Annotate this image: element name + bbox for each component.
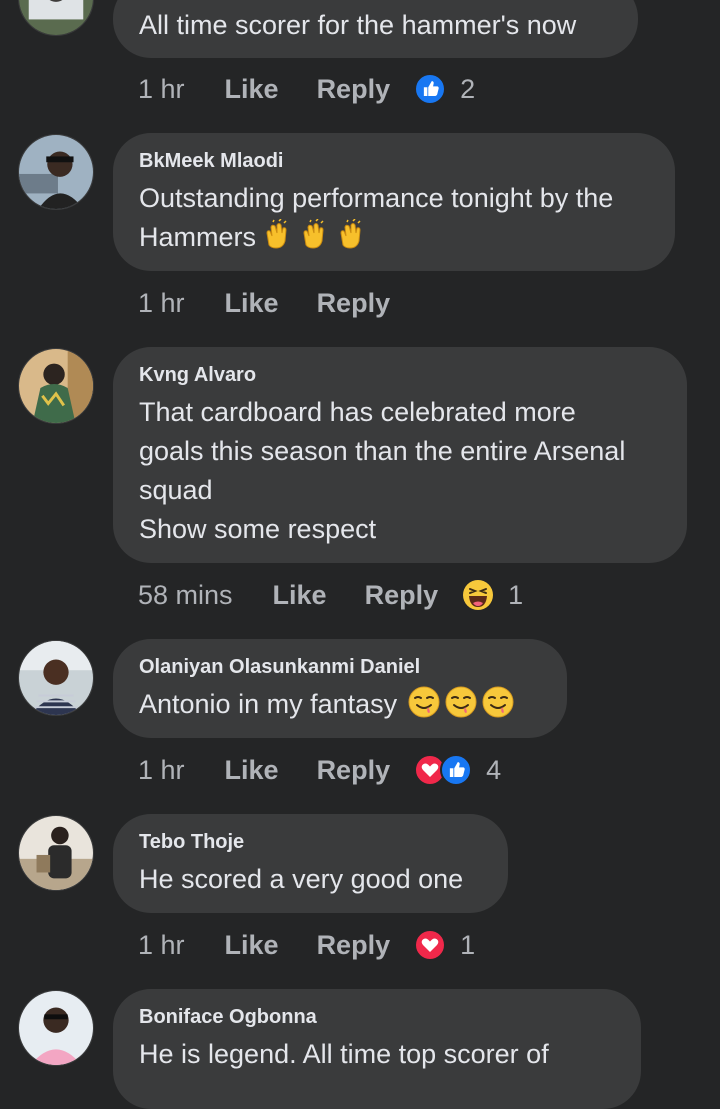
avatar[interactable] xyxy=(18,815,94,891)
comment-bubble: Olaniyan Olasunkanmi Daniel Antonio in m… xyxy=(113,639,567,738)
commenter-name[interactable]: Tebo Thoje xyxy=(139,830,482,854)
comment-time[interactable]: 1 hr xyxy=(138,930,185,961)
comment-time[interactable]: 1 hr xyxy=(138,74,185,105)
like-icon xyxy=(414,73,447,105)
clapping-hands-icon xyxy=(298,219,330,251)
avatar[interactable] xyxy=(18,0,94,36)
like-icon xyxy=(440,754,473,786)
like-button[interactable]: Like xyxy=(225,288,279,319)
haha-icon xyxy=(462,579,494,611)
reaction-summary[interactable]: 1 xyxy=(462,579,523,611)
commenter-name[interactable]: Boniface Ogbonna xyxy=(139,1005,615,1029)
reply-button[interactable]: Reply xyxy=(317,755,391,786)
comment-bubble: BkMeek Mlaodi Outstanding performance to… xyxy=(113,133,675,271)
comment-text: Outstanding performance tonight by the H… xyxy=(139,179,649,257)
reaction-count: 2 xyxy=(460,73,476,104)
comment-text-body: Antonio in my fantasy xyxy=(139,689,398,719)
comment-actions: 1 hr Like Reply 4 xyxy=(138,750,501,790)
comment-text: That cardboard has celebrated more goals… xyxy=(139,397,626,544)
avatar[interactable] xyxy=(18,134,94,210)
comment-text: He is legend. All time top scorer of xyxy=(139,1039,549,1069)
comment-time[interactable]: 58 mins xyxy=(138,580,233,611)
comment-bubble: Boniface Ogbonna He is legend. All time … xyxy=(113,989,641,1109)
comment-actions: 1 hr Like Reply 2 xyxy=(138,69,475,109)
comment-actions: 1 hr Like Reply 1 xyxy=(138,925,475,965)
comment-text: He scored a very good one xyxy=(139,864,464,894)
reply-button[interactable]: Reply xyxy=(365,580,439,611)
comment-text: Antonio in my fantasy xyxy=(139,685,541,724)
commenter-name[interactable]: BkMeek Mlaodi xyxy=(139,149,649,173)
avatar[interactable] xyxy=(18,348,94,424)
comment-bubble: All time scorer for the hammer's now xyxy=(113,0,638,58)
reaction-summary[interactable]: 1 xyxy=(414,929,475,961)
like-button[interactable]: Like xyxy=(225,74,279,105)
comment-text-body: Outstanding performance tonight by the H… xyxy=(139,183,614,252)
comment-actions: 58 mins Like Reply 1 xyxy=(138,575,523,615)
reaction-summary[interactable]: 2 xyxy=(414,73,475,105)
avatar[interactable] xyxy=(18,640,94,716)
avatar[interactable] xyxy=(18,990,94,1066)
comment-bubble: Tebo Thoje He scored a very good one xyxy=(113,814,508,913)
commenter-name[interactable]: Olaniyan Olasunkanmi Daniel xyxy=(139,655,541,679)
clapping-hands-icon xyxy=(335,219,367,251)
reply-button[interactable]: Reply xyxy=(317,930,391,961)
smirk-face-icon xyxy=(445,686,477,718)
reaction-count: 4 xyxy=(486,754,502,785)
reaction-summary[interactable]: 4 xyxy=(414,754,501,786)
like-button[interactable]: Like xyxy=(225,930,279,961)
commenter-name[interactable]: Kvng Alvaro xyxy=(139,363,661,387)
comment-actions: 1 hr Like Reply xyxy=(138,283,390,323)
smirk-face-icon xyxy=(408,686,440,718)
comment-time[interactable]: 1 hr xyxy=(138,288,185,319)
smirk-face-icon xyxy=(482,686,514,718)
reply-button[interactable]: Reply xyxy=(317,74,391,105)
reaction-count: 1 xyxy=(508,579,524,610)
reaction-count: 1 xyxy=(460,929,476,960)
clapping-hands-icon xyxy=(261,219,293,251)
like-button[interactable]: Like xyxy=(225,755,279,786)
love-icon xyxy=(414,929,447,961)
comment-bubble: Kvng Alvaro That cardboard has celebrate… xyxy=(113,347,687,563)
comment-time[interactable]: 1 hr xyxy=(138,755,185,786)
comment-text: All time scorer for the hammer's now xyxy=(139,10,577,40)
like-button[interactable]: Like xyxy=(273,580,327,611)
reply-button[interactable]: Reply xyxy=(317,288,391,319)
